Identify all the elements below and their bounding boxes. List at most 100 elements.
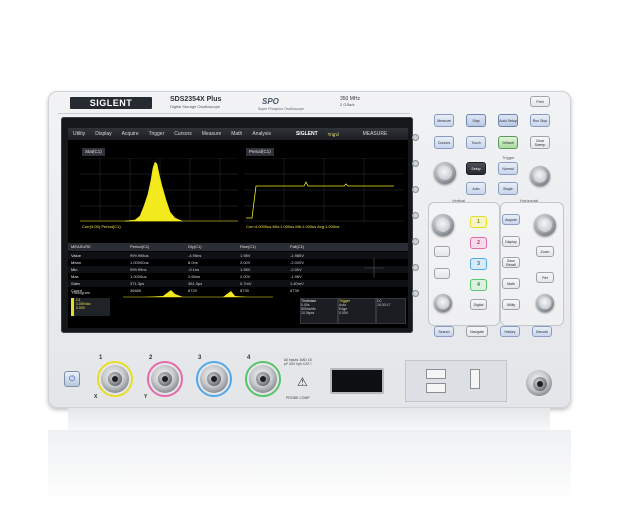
cell: 1.0000us <box>130 274 147 279</box>
utility-button[interactable]: Utility <box>502 299 520 310</box>
trigger-info[interactable]: Trigger Auto Edge 0.00V <box>338 298 376 324</box>
menu-trigger[interactable]: Trigger <box>144 131 170 137</box>
cell: -9.1ns <box>188 267 200 272</box>
softkey-4[interactable] <box>412 212 419 219</box>
trigger-level-knob[interactable] <box>530 166 550 186</box>
spo-logo: SPO <box>262 97 279 106</box>
softkey-7[interactable] <box>412 290 419 297</box>
stop-button[interactable]: Stop <box>466 114 486 127</box>
menu-cursors[interactable]: Cursors <box>169 131 197 137</box>
usb-port-1[interactable] <box>426 369 446 379</box>
softkey-2[interactable] <box>412 160 419 167</box>
auto-setup-button[interactable]: Auto Setup <box>498 114 518 127</box>
ch4-input-bnc[interactable] <box>249 365 277 393</box>
clock: 15:30:17 <box>377 303 391 307</box>
math-button[interactable]: Math <box>502 278 520 289</box>
save-recall-button[interactable]: Save Recall <box>502 257 520 268</box>
ch2-input-bnc[interactable] <box>151 365 179 393</box>
menu-measure[interactable]: Measure <box>197 131 226 137</box>
softkey-5[interactable] <box>412 238 419 245</box>
softkey-3[interactable] <box>412 186 419 193</box>
reflection <box>48 430 571 505</box>
usb-port-3[interactable] <box>470 369 480 389</box>
menu-acquire[interactable]: Acquire <box>117 131 144 137</box>
trigger-setup-button[interactable]: Setup <box>466 162 486 175</box>
table-row: Value 999.998us -4.95ns 1.98V -1.985V <box>68 252 408 259</box>
display-button[interactable]: Display <box>502 236 520 247</box>
softkey-6[interactable] <box>412 264 419 271</box>
vertical-button-a[interactable] <box>434 246 450 257</box>
y-label: Y <box>144 394 148 400</box>
crosshair-icon <box>364 258 384 278</box>
sample-rate-spec: 2 GSa/s <box>340 102 355 107</box>
measure-button[interactable]: Measure <box>434 114 454 127</box>
channel-2-button[interactable]: 2 <box>470 237 487 249</box>
cursors-button[interactable]: Cursors <box>434 136 454 149</box>
navigate-button[interactable]: Navigate <box>466 326 488 337</box>
table-row: Mean 1.00000us 8.0ns 2.00V -2.000V <box>68 259 408 266</box>
acquire-button[interactable]: Acquire <box>502 214 520 225</box>
aux-bnc[interactable] <box>526 370 552 396</box>
ch2-input-label: 2 <box>149 355 153 361</box>
vertical-group-label: Vertical <box>452 198 466 203</box>
ref-button[interactable]: Ref <box>536 272 554 283</box>
screen-menu-bar[interactable]: Utility Display Acquire Trigger Cursors … <box>68 128 408 140</box>
cell: 2.00V <box>240 260 251 265</box>
digital-button[interactable]: Digital <box>470 299 487 310</box>
usb-port-2[interactable] <box>426 383 446 393</box>
trigger-group-label: Trigger <box>502 155 515 160</box>
stats-header-period: Period(C1) <box>130 244 150 249</box>
menu-math[interactable]: Math <box>226 131 247 137</box>
vertical-button-b[interactable] <box>434 268 450 279</box>
cell: 2.68ns <box>188 274 201 279</box>
stats-header-fall: Fall(C1) <box>290 244 305 249</box>
ch3-input-bnc[interactable] <box>200 365 228 393</box>
universal-knob[interactable] <box>434 162 456 184</box>
power-button[interactable]: ⏻ <box>64 371 80 387</box>
print-button[interactable]: Print <box>530 96 550 107</box>
cell: 1.00000us <box>130 260 149 265</box>
zoom-button[interactable]: Zoom <box>536 246 554 257</box>
touch-button[interactable]: Touch <box>466 136 486 149</box>
trigger-auto-button[interactable]: Auto <box>466 182 486 195</box>
run-stop-button[interactable]: Run Stop <box>530 114 550 127</box>
table-row: Min 999.99ns -9.1ns 1.98V -2.00V <box>68 266 408 273</box>
channel-3-button[interactable]: 3 <box>470 258 487 270</box>
timebase-depth: 10.0kpts <box>301 311 315 315</box>
period-trend-line <box>246 181 394 219</box>
trigger-single-button[interactable]: Single <box>498 182 518 195</box>
menu-utility[interactable]: Utility <box>68 131 90 137</box>
vertical-scale-knob[interactable] <box>432 214 454 236</box>
clear-sweep-button[interactable]: Clear Sweep <box>530 136 550 149</box>
horizontal-scale-knob[interactable] <box>534 214 556 236</box>
probe-comp-label: PROBE COMP <box>286 396 310 400</box>
cell: -1.98V <box>290 274 302 279</box>
timebase-info[interactable]: Timebase 0.00s 500ns/div 10.0kpts <box>300 298 338 324</box>
default-button[interactable]: Default <box>498 136 518 149</box>
brand-logo: SIGLENT <box>70 97 152 109</box>
clock-info: DC 15:30:17 <box>376 298 406 324</box>
vertical-offset-knob[interactable] <box>434 294 452 312</box>
stats-header: MEASURE Period(C1) Dly(C1) Rise(C1) Fall… <box>68 243 408 251</box>
trigger-level: 0.00V <box>339 311 349 315</box>
search-button[interactable]: Search <box>434 326 454 337</box>
decode-button[interactable]: Decode <box>532 326 552 337</box>
channel-4-button[interactable]: 4 <box>470 279 487 291</box>
menu-analysis[interactable]: Analysis <box>247 131 276 137</box>
channel-1-info[interactable]: C1 1.00V/div 0.00V <box>71 298 110 316</box>
cell: 2.00V <box>240 274 251 279</box>
measure-menu-label[interactable]: MEASURE <box>358 131 393 137</box>
display-screen[interactable]: Utility Display Acquire Trigger Cursors … <box>68 128 408 328</box>
ch1-input-bnc[interactable] <box>101 365 129 393</box>
horizontal-group-label: Horizontal <box>520 198 539 203</box>
cell: -1.985V <box>290 253 305 258</box>
ch3-input-label: 3 <box>198 355 202 361</box>
left-pane-footer: Curr(4:00) Period(C1) <box>82 224 121 229</box>
softkey-1[interactable] <box>412 134 419 141</box>
menu-display[interactable]: Display <box>90 131 116 137</box>
history-button[interactable]: History <box>500 326 520 337</box>
cell: -2.000V <box>290 260 305 265</box>
trigger-normal-button[interactable]: Normal <box>498 162 518 175</box>
channel-1-button[interactable]: 1 <box>470 216 487 228</box>
horizontal-position-knob[interactable] <box>536 294 554 312</box>
